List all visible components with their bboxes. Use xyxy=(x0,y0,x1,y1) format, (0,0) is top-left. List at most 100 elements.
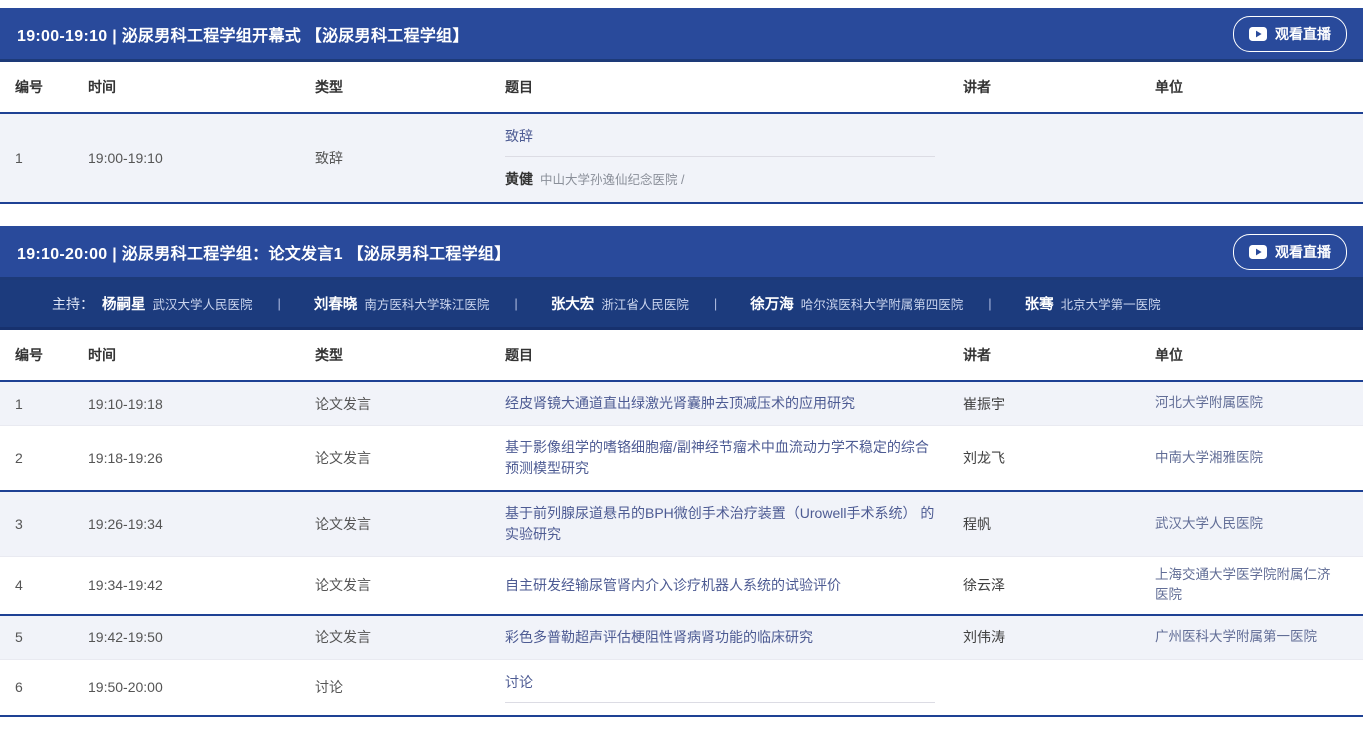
row-type: 论文发言 xyxy=(315,394,505,414)
session-card: 19:00-19:10 | 泌尿男科工程学组开幕式 【泌尿男科工程学组】 观看直播… xyxy=(0,8,1363,204)
moderator-separator: | xyxy=(514,296,517,311)
column-header: 类型 xyxy=(315,345,505,365)
row-number: 6 xyxy=(0,679,88,695)
table-row: 519:42-19:50论文发言彩色多普勒超声评估梗阻性肾病肾功能的临床研究 刘伟… xyxy=(0,616,1363,660)
play-video-icon xyxy=(1249,245,1267,259)
row-number: 1 xyxy=(0,396,88,412)
row-affiliation xyxy=(1155,150,1363,166)
row-title-cell: 讨论 xyxy=(505,660,963,715)
session-title: 19:10-20:00 | 泌尿男科工程学组：论文发言1 【泌尿男科工程学组】 xyxy=(17,240,511,264)
row-time: 19:42-19:50 xyxy=(88,629,315,645)
column-header: 编号 xyxy=(0,77,88,97)
row-speaker: 刘龙飞 xyxy=(963,448,1155,468)
column-header: 讲者 xyxy=(963,77,1155,97)
table-row: 419:34-19:42论文发言自主研发经输尿管肾内介入诊疗机器人系统的试验评价… xyxy=(0,557,1363,616)
table-row: 119:00-19:10致辞致辞黄健中山大学孙逸仙纪念医院 / xyxy=(0,114,1363,204)
row-title-cell: 自主研发经输尿管肾内介入诊疗机器人系统的试验评价 xyxy=(505,564,963,607)
row-title-cell: 基于前列腺尿道悬吊的BPH微创手术治疗装置（Urowell手术系统） 的实验研究 xyxy=(505,492,963,556)
row-affiliation: 武汉大学人民医院 xyxy=(1155,506,1363,542)
moderator-affiliation: 武汉大学人民医院 xyxy=(153,298,253,312)
row-number: 4 xyxy=(0,577,88,593)
moderator-separator: | xyxy=(714,296,717,311)
row-title[interactable]: 基于影像组学的嗜铬细胞瘤/副神经节瘤术中血流动力学不稳定的综合预测模型研究 xyxy=(505,439,929,476)
row-speaker: 徐云泽 xyxy=(963,575,1155,595)
row-title[interactable]: 讨论 xyxy=(505,670,935,702)
moderator-separator: | xyxy=(278,296,281,311)
column-header: 时间 xyxy=(88,345,315,365)
moderators-bar: 主持：杨嗣星武汉大学人民医院|刘春晓南方医科大学珠江医院|张大宏浙江省人民医院|… xyxy=(0,280,1363,330)
row-time: 19:18-19:26 xyxy=(88,450,315,466)
row-speaker: 崔振宇 xyxy=(963,394,1155,414)
row-affiliation: 河北大学附属医院 xyxy=(1155,385,1363,421)
session-header-bar: 19:10-20:00 | 泌尿男科工程学组：论文发言1 【泌尿男科工程学组】 观… xyxy=(0,226,1363,280)
moderator: 徐万海哈尔滨医科大学附属第四医院 xyxy=(742,293,963,314)
moderator-name: 徐万海 xyxy=(750,297,794,313)
row-title[interactable]: 致辞 xyxy=(505,124,935,156)
moderator-affiliation: 北京大学第一医院 xyxy=(1061,298,1161,312)
moderator: 刘春晓南方医科大学珠江医院 xyxy=(306,293,490,314)
row-title[interactable]: 彩色多普勒超声评估梗阻性肾病肾功能的临床研究 xyxy=(505,629,813,645)
table-header-row: 编号时间类型题目讲者单位 xyxy=(0,330,1363,382)
moderator: 杨嗣星武汉大学人民医院 xyxy=(94,293,253,314)
row-title-cell: 致辞黄健中山大学孙逸仙纪念医院 / xyxy=(505,114,963,202)
table-row: 619:50-20:00讨论讨论 xyxy=(0,660,1363,717)
moderator: 张骞北京大学第一医院 xyxy=(1017,293,1161,314)
moderator-affiliation: 哈尔滨医科大学附属第四医院 xyxy=(801,298,964,312)
table-header-row: 编号时间类型题目讲者单位 xyxy=(0,62,1363,114)
table-row: 119:10-19:18论文发言经皮肾镜大通道直出绿激光肾囊肿去顶减压术的应用研… xyxy=(0,382,1363,426)
title-divider xyxy=(505,702,935,703)
moderator: 张大宏浙江省人民医院 xyxy=(543,293,689,314)
row-affiliation: 广州医科大学附属第一医院 xyxy=(1155,619,1363,655)
table-row: 219:18-19:26论文发言基于影像组学的嗜铬细胞瘤/副神经节瘤术中血流动力… xyxy=(0,426,1363,492)
row-number: 5 xyxy=(0,629,88,645)
row-time: 19:50-20:00 xyxy=(88,679,315,695)
row-affiliation: 上海交通大学医学院附属仁济医院 xyxy=(1155,557,1363,614)
session-header-bar: 19:00-19:10 | 泌尿男科工程学组开幕式 【泌尿男科工程学组】 观看直播 xyxy=(0,8,1363,62)
column-header: 类型 xyxy=(315,77,505,97)
row-number: 1 xyxy=(0,150,88,166)
row-type: 讨论 xyxy=(315,677,505,697)
column-header: 时间 xyxy=(88,77,315,97)
row-affiliation: 中南大学湘雅医院 xyxy=(1155,440,1363,476)
column-header: 编号 xyxy=(0,345,88,365)
column-header: 单位 xyxy=(1155,345,1363,365)
moderator-name: 张骞 xyxy=(1025,297,1054,313)
row-type: 论文发言 xyxy=(315,514,505,534)
moderators-label: 主持： xyxy=(52,294,94,314)
title-speaker-name: 黄健 xyxy=(505,171,533,187)
row-title[interactable]: 自主研发经输尿管肾内介入诊疗机器人系统的试验评价 xyxy=(505,577,841,593)
row-time: 19:26-19:34 xyxy=(88,516,315,532)
session-table: 编号时间类型题目讲者单位119:00-19:10致辞致辞黄健中山大学孙逸仙纪念医… xyxy=(0,62,1363,204)
row-title[interactable]: 经皮肾镜大通道直出绿激光肾囊肿去顶减压术的应用研究 xyxy=(505,395,855,411)
moderator-name: 刘春晓 xyxy=(314,297,358,313)
row-title-speakers: 黄健中山大学孙逸仙纪念医院 / xyxy=(505,157,935,190)
moderator-affiliation: 浙江省人民医院 xyxy=(601,298,689,312)
row-type: 论文发言 xyxy=(315,627,505,647)
title-speaker-affiliation: 中山大学孙逸仙纪念医院 / xyxy=(540,173,684,187)
column-header: 讲者 xyxy=(963,345,1155,365)
session-title: 19:00-19:10 | 泌尿男科工程学组开幕式 【泌尿男科工程学组】 xyxy=(17,22,469,46)
watch-live-button[interactable]: 观看直播 xyxy=(1233,234,1347,270)
row-time: 19:10-19:18 xyxy=(88,396,315,412)
row-title-cell: 经皮肾镜大通道直出绿激光肾囊肿去顶减压术的应用研究 xyxy=(505,382,963,425)
session-card: 19:10-20:00 | 泌尿男科工程学组：论文发言1 【泌尿男科工程学组】 观… xyxy=(0,226,1363,717)
row-title[interactable]: 基于前列腺尿道悬吊的BPH微创手术治疗装置（Urowell手术系统） 的实验研究 xyxy=(505,505,934,542)
row-speaker: 刘伟涛 xyxy=(963,627,1155,647)
row-time: 19:34-19:42 xyxy=(88,577,315,593)
row-type: 论文发言 xyxy=(315,575,505,595)
moderator-name: 张大宏 xyxy=(551,297,595,313)
row-title-cell: 基于影像组学的嗜铬细胞瘤/副神经节瘤术中血流动力学不稳定的综合预测模型研究 xyxy=(505,426,963,490)
row-type: 致辞 xyxy=(315,148,505,168)
moderator-affiliation: 南方医科大学珠江医院 xyxy=(364,298,489,312)
row-title-cell: 彩色多普勒超声评估梗阻性肾病肾功能的临床研究 xyxy=(505,616,963,659)
row-affiliation xyxy=(1155,679,1363,695)
column-header: 单位 xyxy=(1155,77,1363,97)
table-row: 319:26-19:34论文发言基于前列腺尿道悬吊的BPH微创手术治疗装置（Ur… xyxy=(0,492,1363,557)
session-table: 编号时间类型题目讲者单位119:10-19:18论文发言经皮肾镜大通道直出绿激光… xyxy=(0,330,1363,717)
moderator-name: 杨嗣星 xyxy=(102,297,146,313)
watch-live-label: 观看直播 xyxy=(1275,242,1331,262)
play-video-icon xyxy=(1249,27,1267,41)
watch-live-button[interactable]: 观看直播 xyxy=(1233,16,1347,52)
program-page: 19:00-19:10 | 泌尿男科工程学组开幕式 【泌尿男科工程学组】观看直播… xyxy=(0,0,1363,717)
row-number: 3 xyxy=(0,516,88,532)
